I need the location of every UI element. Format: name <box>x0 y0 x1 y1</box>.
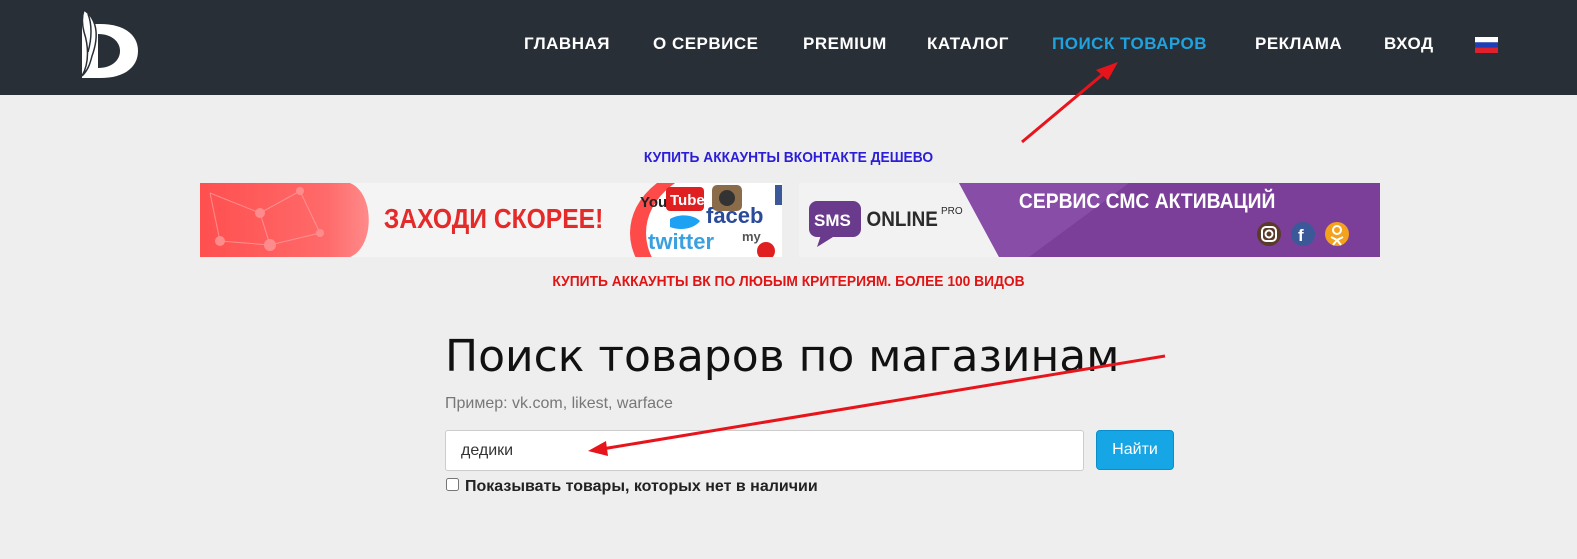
out-of-stock-label[interactable]: Показывать товары, которых нет в наличии <box>465 478 818 496</box>
banner-right-brand-pro: PRO <box>941 206 963 217</box>
search-button[interactable]: Найти <box>1096 430 1174 470</box>
page-title: Поиск товаров по магазинам <box>445 331 1120 382</box>
nav-item-catalog[interactable]: КАТАЛОГ <box>927 34 1009 54</box>
banner-right-brand-sms: SMS <box>814 211 851 230</box>
instagram-icon <box>1257 222 1281 246</box>
nav-item-advertising[interactable]: РЕКЛАМА <box>1255 34 1342 54</box>
banner-word-twitter: twitter <box>648 229 714 254</box>
promo-link-bottom[interactable]: КУПИТЬ АККАУНТЫ ВК ПО ЛЮБЫМ КРИТЕРИЯМ. Б… <box>63 273 1514 290</box>
facebook-icon: f <box>1291 222 1315 246</box>
svg-text:f: f <box>1298 226 1304 245</box>
odnoklassniki-icon <box>1325 222 1349 246</box>
banner-left-graphic: ЗАХОДИ СКОРЕЕ! You Tube faceb twitter my <box>200 183 782 257</box>
nav-item-about[interactable]: О СЕРВИСЕ <box>653 34 759 54</box>
search-input[interactable] <box>445 430 1084 471</box>
russia-flag-icon[interactable] <box>1475 37 1498 53</box>
banner-word-my: my <box>742 229 762 244</box>
banner-word-facebook: faceb <box>706 203 763 228</box>
nav-item-product-search[interactable]: ПОИСК ТОВАРОВ <box>1052 34 1207 54</box>
out-of-stock-checkbox[interactable] <box>446 478 459 491</box>
banner-word-tube: Tube <box>670 192 705 209</box>
nav-item-login[interactable]: ВХОД <box>1384 34 1434 54</box>
banner-right-headline: СЕРВИС СМС АКТИВАЦИЙ <box>1019 188 1275 213</box>
banner-left-headline: ЗАХОДИ СКОРЕЕ! <box>384 203 603 235</box>
banner-right-brand-online: ONLINE <box>867 208 938 231</box>
top-navbar: ГЛАВНАЯ О СЕРВИСЕ PREMIUM КАТАЛОГ ПОИСК … <box>0 0 1577 95</box>
nav-item-premium[interactable]: PREMIUM <box>803 34 887 54</box>
banner-right[interactable]: SMS ONLINE PRO СЕРВИС СМС АКТИВАЦИЙ f <box>799 183 1380 257</box>
nav-item-home[interactable]: ГЛАВНАЯ <box>524 34 610 54</box>
search-example-hint: Пример: vk.com, likest, warface <box>445 395 673 412</box>
banner-word-you: You <box>640 194 667 211</box>
promo-link-top[interactable]: КУПИТЬ АККАУНТЫ ВКОНТАКТЕ ДЕШЕВО <box>63 149 1514 166</box>
banner-right-graphic: SMS ONLINE PRO СЕРВИС СМС АКТИВАЦИЙ f <box>809 183 1380 257</box>
banner-left[interactable]: ЗАХОДИ СКОРЕЕ! You Tube faceb twitter my <box>200 183 782 257</box>
